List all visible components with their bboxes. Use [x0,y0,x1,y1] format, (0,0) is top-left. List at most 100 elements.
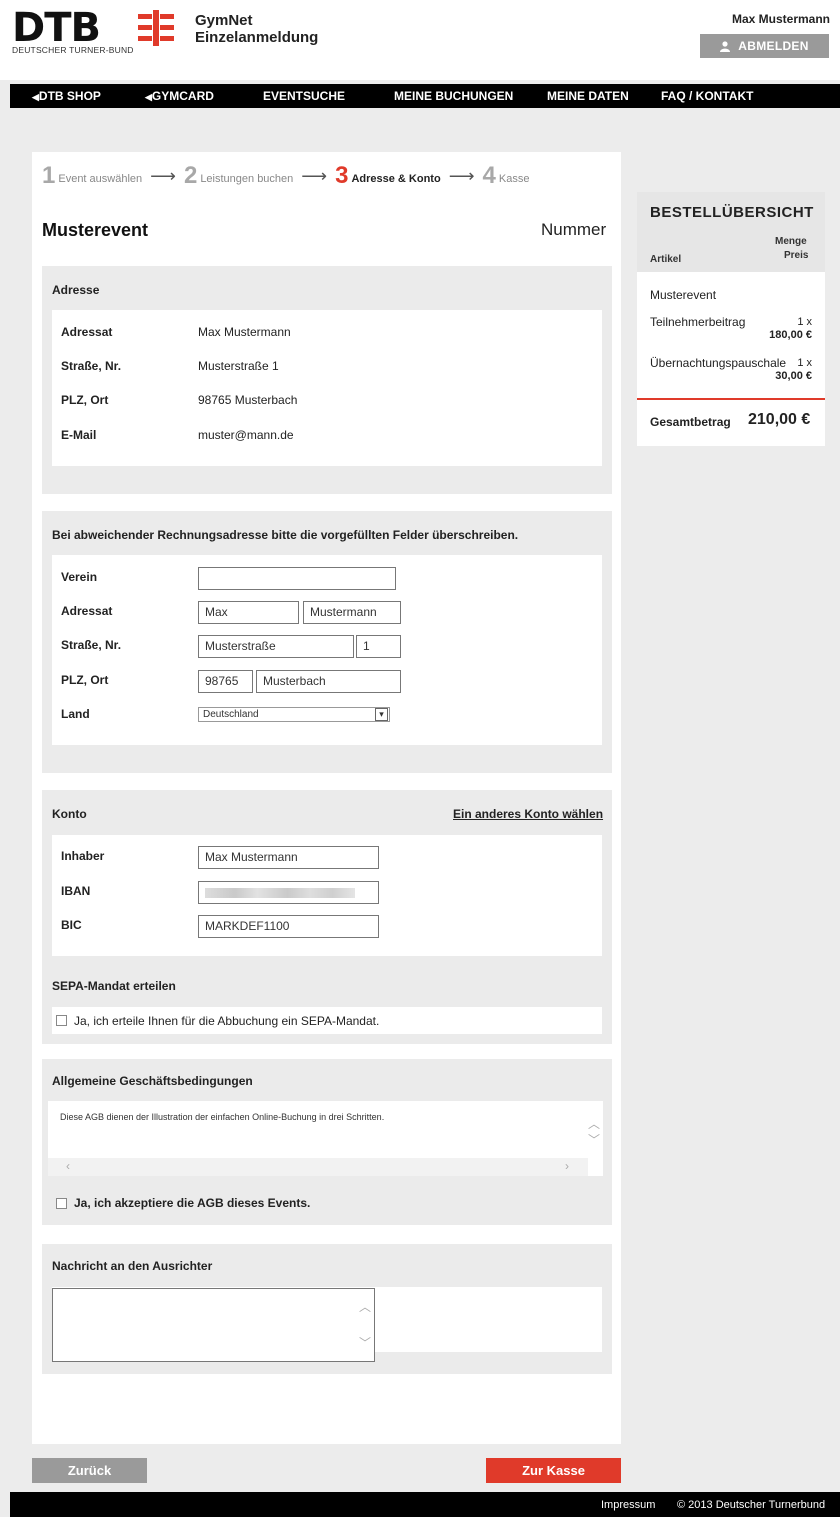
progress-steps: 1 Event auswählen ⟶ 2 Leistungen buchen … [42,160,529,188]
zip-input[interactable]: 98765 [198,670,253,693]
summary-event: Musterevent [650,288,717,302]
summary-item-qty: 1 x [797,357,812,369]
address-value-street: Musterstraße 1 [198,359,279,373]
account-title: Konto [52,807,87,821]
nav-faq-kontakt[interactable]: FAQ / KONTAKT [661,89,753,103]
club-input[interactable] [198,567,396,590]
step-3-number: 3 [335,162,349,189]
address-value-email: muster@mann.de [198,428,294,442]
step-3-label: Adresse & Konto [351,173,441,185]
agb-checkbox[interactable] [56,1198,67,1209]
country-select[interactable]: Deutschland ▾ [198,707,390,722]
agb-horizontal-scrollbar[interactable] [48,1158,588,1176]
nav-meine-buchungen[interactable]: MEINE BUCHUNGEN [394,89,513,103]
summary-separator [637,398,825,400]
app-title-line2: Einzelanmeldung [195,29,319,46]
first-name-input[interactable]: Max [198,601,299,624]
account-label-iban: IBAN [61,884,91,898]
billing-label-club: Verein [61,570,98,584]
summary-item-price: 180,00 € [769,329,812,341]
summary-item-name: Teilnehmerbeitrag [650,315,746,329]
address-label-street: Straße, Nr. [61,359,122,373]
nav-back-triangle-icon: ◀ [32,92,39,102]
step-2-label: Leistungen buchen [200,173,294,185]
bic-input[interactable]: MARKDEF1100 [198,915,379,938]
message-title: Nachricht an den Ausrichter [52,1259,213,1273]
scroll-right-icon[interactable]: › [565,1159,569,1173]
scroll-down-icon[interactable]: ﹀ [359,1334,371,1351]
scroll-down-icon[interactable]: ﹀ [588,1131,600,1148]
billing-label-country: Land [61,707,90,721]
sepa-checkbox-label: Ja, ich erteile Ihnen für die Abbuchung … [74,1014,380,1028]
account-label-bic: BIC [61,918,82,932]
address-box [52,310,602,466]
logout-label: ABMELDEN [738,39,809,53]
address-value-recipient: Max Mustermann [198,325,291,339]
nav-gymcard-label: GYMCARD [151,89,214,103]
scroll-up-icon[interactable]: ︿ [359,1298,371,1315]
logout-button[interactable]: ABMELDEN [700,34,829,58]
event-number-label: Nummer [541,220,607,239]
nav-back-triangle-icon: ◀ [145,92,152,102]
event-title: Musterevent [42,220,149,240]
dtb-logo-subtitle: DEUTSCHER TURNER-BUND [12,45,134,55]
billing-title: Bei abweichender Rechnungsadresse bitte … [52,528,519,542]
scroll-left-icon[interactable]: ‹ [66,1159,70,1173]
app-title: GymNet Einzelanmeldung [195,12,318,46]
arrow-right-icon: ⟶ [301,166,328,186]
imprint-link[interactable]: Impressum [601,1499,655,1511]
user-icon [720,40,731,52]
billing-label-city: PLZ, Ort [61,673,109,687]
order-summary-title: BESTELLÜBERSICHT [650,204,814,221]
address-label-city: PLZ, Ort [61,393,109,407]
nav-dtb-shop-label: DTB SHOP [38,89,101,103]
address-value-city: 98765 Musterbach [198,393,298,407]
city-input[interactable]: Musterbach [256,670,401,693]
billing-label-street: Straße, Nr. [61,638,122,652]
arrow-right-icon: ⟶ [448,166,475,186]
agb-checkbox-label: Ja, ich akzeptiere die AGB dieses Events… [74,1196,311,1210]
change-account-link[interactable]: Ein anderes Konto wählen [453,807,603,821]
app-title-line1: GymNet [195,12,253,29]
address-label-email: E-Mail [61,428,97,442]
address-title: Adresse [52,283,100,297]
dtb-logo[interactable]: DTB [12,8,101,48]
sepa-checkbox[interactable] [56,1015,67,1026]
house-number-input[interactable]: 1 [356,635,401,658]
step-4-number: 4 [482,162,496,189]
back-button[interactable]: Zurück [32,1458,147,1483]
account-owner-input[interactable]: Max Mustermann [198,846,379,869]
account-label-owner: Inhaber [61,849,105,863]
checkout-button[interactable]: Zur Kasse [486,1458,621,1483]
iban-input[interactable] [198,881,379,904]
scroll-up-icon[interactable]: ︿ [588,1115,600,1132]
nav-meine-daten[interactable]: MEINE DATEN [547,89,629,103]
copyright: © 2013 Deutscher Turnerbund [677,1499,826,1511]
summary-item-price: 30,00 € [775,370,812,382]
street-input[interactable]: Musterstraße [198,635,354,658]
billing-label-recipient: Adressat [61,604,113,618]
summary-col-qty: Menge [775,236,807,247]
nav-dtb-shop[interactable]: ◀DTB SHOP [32,89,101,103]
dtb-logo-mark-icon [138,10,174,46]
message-textarea[interactable] [52,1288,375,1362]
summary-item-name: Übernachtungspauschale [650,356,787,370]
agb-text: Diese AGB dienen der Illustration der ei… [60,1112,385,1122]
address-label-recipient: Adressat [61,325,113,339]
arrow-right-icon: ⟶ [150,166,176,186]
sepa-title: SEPA-Mandat erteilen [52,979,176,993]
summary-col-price: Preis [784,250,809,261]
user-name: Max Mustermann [731,12,830,26]
summary-col-article: Artikel [650,254,682,265]
summary-item-qty: 1 x [797,316,812,328]
step-1-number: 1 [42,162,56,189]
summary-total-label: Gesamtbetrag [650,415,731,429]
chevron-down-icon: ▾ [375,708,388,721]
last-name-input[interactable]: Mustermann [303,601,401,624]
country-select-value: Deutschland [203,709,259,720]
step-2-number: 2 [183,162,198,189]
iban-redaction [205,888,355,898]
nav-eventsuche[interactable]: EVENTSUCHE [263,89,345,103]
nav-gymcard[interactable]: ◀GYMCARD [145,89,214,103]
summary-total-value: 210,00 € [748,411,811,428]
